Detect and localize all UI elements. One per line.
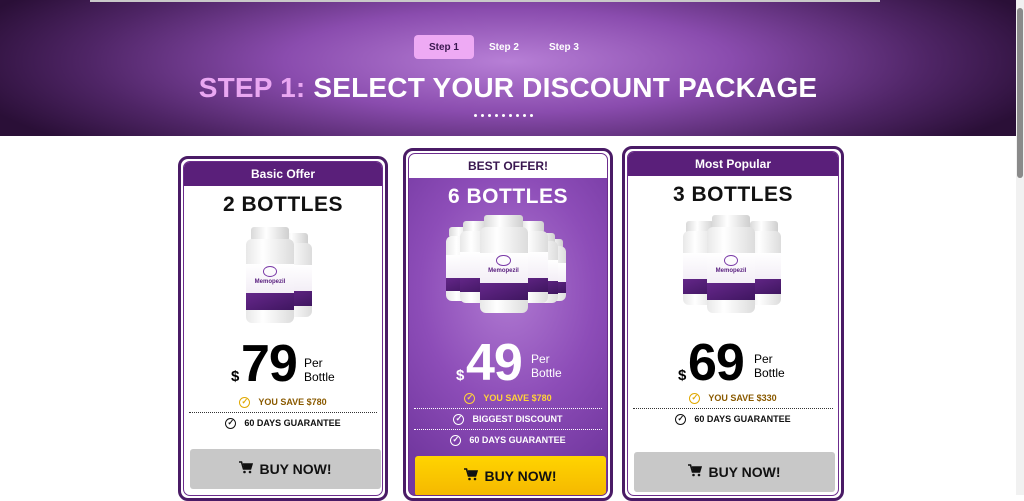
guarantee-line: ✓ 60 DAYS GUARANTEE	[409, 430, 607, 450]
card-header: BEST OFFER!	[409, 154, 607, 178]
price-display: $ 79 Per Bottle	[231, 335, 335, 393]
savings-line: ✓ YOU SAVE $780	[184, 392, 382, 412]
title-highlight: STEP 1:	[198, 72, 306, 103]
dot-divider	[474, 114, 533, 117]
title-rest: SELECT YOUR DISCOUNT PACKAGE	[305, 72, 818, 103]
check-circle-icon: ✓	[453, 413, 465, 425]
card-header: Basic Offer	[184, 162, 382, 186]
step-2-tab[interactable]: Step 2	[474, 35, 534, 59]
price-display: $ 49 Per Bottle	[456, 334, 562, 392]
buy-now-button[interactable]: BUY NOW!	[415, 456, 606, 495]
vertical-scrollbar[interactable]	[1016, 0, 1024, 495]
product-image: Memopezil	[238, 225, 328, 335]
card-title: 3 BOTTLES	[672, 183, 793, 206]
discount-line: ✓ BIGGEST DISCOUNT	[409, 409, 607, 429]
product-image: Memopezil	[683, 215, 783, 325]
offer-card-basic: Basic Offer 2 BOTTLES Memopezil $ 79 Per…	[178, 156, 388, 501]
check-circle-icon: ✓	[450, 434, 462, 446]
page-title: STEP 1: SELECT YOUR DISCOUNT PACKAGE	[0, 72, 1016, 104]
step-3-tab[interactable]: Step 3	[534, 35, 594, 59]
buy-now-button[interactable]: BUY NOW!	[190, 449, 381, 489]
top-divider	[90, 0, 880, 2]
cart-icon	[239, 461, 254, 477]
check-circle-icon: ✓	[675, 413, 687, 425]
price-value: 69	[688, 334, 745, 392]
guarantee-line: ✓ 60 DAYS GUARANTEE	[184, 413, 382, 433]
card-title: 2 BOTTLES	[222, 193, 343, 216]
check-circle-icon: ✓	[464, 392, 476, 404]
check-circle-icon: ✓	[239, 396, 251, 408]
step-1-tab[interactable]: Step 1	[414, 35, 474, 59]
card-header: Most Popular	[628, 152, 838, 176]
step-tabs: Step 1 Step 2 Step 3	[414, 35, 594, 59]
card-title: 6 BOTTLES	[447, 185, 568, 208]
cart-icon	[464, 468, 479, 484]
guarantee-line: ✓ 60 DAYS GUARANTEE	[628, 409, 838, 429]
price-value: 79	[241, 335, 298, 393]
check-circle-icon: ✓	[689, 392, 701, 404]
buy-now-button[interactable]: BUY NOW!	[634, 452, 835, 492]
hero-banner: Step 1 Step 2 Step 3 STEP 1: SELECT YOUR…	[0, 0, 1016, 136]
product-image: Memopezil	[445, 215, 571, 325]
price-value: 49	[466, 334, 523, 392]
offer-card-best: BEST OFFER! 6 BOTTLES Memopezil $ 49 Per…	[403, 148, 613, 501]
offer-card-popular: Most Popular 3 BOTTLES Memopezil $ 69 Pe…	[622, 146, 844, 501]
check-circle-icon: ✓	[225, 417, 237, 429]
cart-icon	[688, 464, 703, 480]
scrollbar-thumb[interactable]	[1017, 8, 1023, 178]
price-display: $ 69 Per Bottle	[678, 334, 785, 392]
